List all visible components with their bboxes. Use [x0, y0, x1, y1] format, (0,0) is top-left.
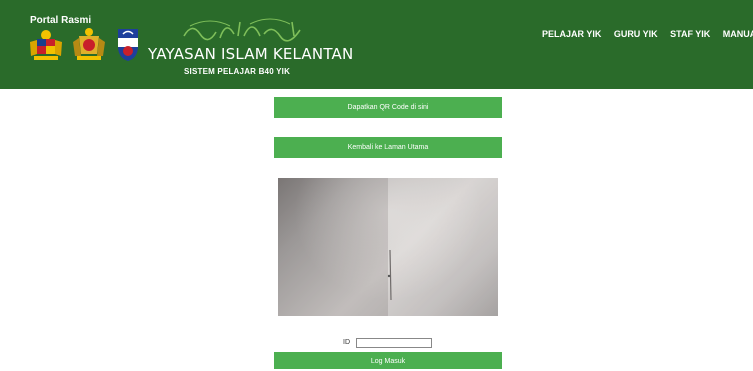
nav-manual[interactable]: MANUAL	[723, 29, 753, 39]
nav-pelajar-yik[interactable]: PELAJAR YIK	[542, 29, 601, 39]
id-label: ID	[343, 339, 350, 347]
malaysia-coat-of-arms-icon	[30, 30, 62, 60]
brand-title: YAYASAN ISLAM KELANTAN	[148, 45, 354, 63]
get-qr-code-button[interactable]: Dapatkan QR Code di sini	[274, 97, 502, 118]
nav-guru-yik[interactable]: GURU YIK	[614, 29, 658, 39]
login-button[interactable]: Log Masuk	[274, 352, 502, 369]
kelantan-crest-icon	[73, 28, 105, 60]
nav-staf-yik[interactable]: STAF YIK	[670, 29, 710, 39]
brand-subtitle: SISTEM PELAJAR B40 YIK	[184, 67, 291, 76]
back-to-home-button[interactable]: Kembali ke Laman Utama	[274, 137, 502, 158]
arabic-calligraphy-logo	[183, 18, 301, 42]
site-header: Portal Rasmi YAYASAN ISLAM KELANTAN SIST…	[0, 0, 753, 89]
id-row: ID	[343, 334, 433, 352]
top-nav: PELAJAR YIK GURU YIK STAF YIK MANUAL	[542, 24, 753, 42]
camera-frame-image	[278, 178, 498, 316]
id-input[interactable]	[356, 337, 433, 348]
portal-label: Portal Rasmi	[30, 15, 92, 26]
yik-emblem-icon	[118, 29, 138, 61]
camera-preview	[278, 178, 498, 316]
